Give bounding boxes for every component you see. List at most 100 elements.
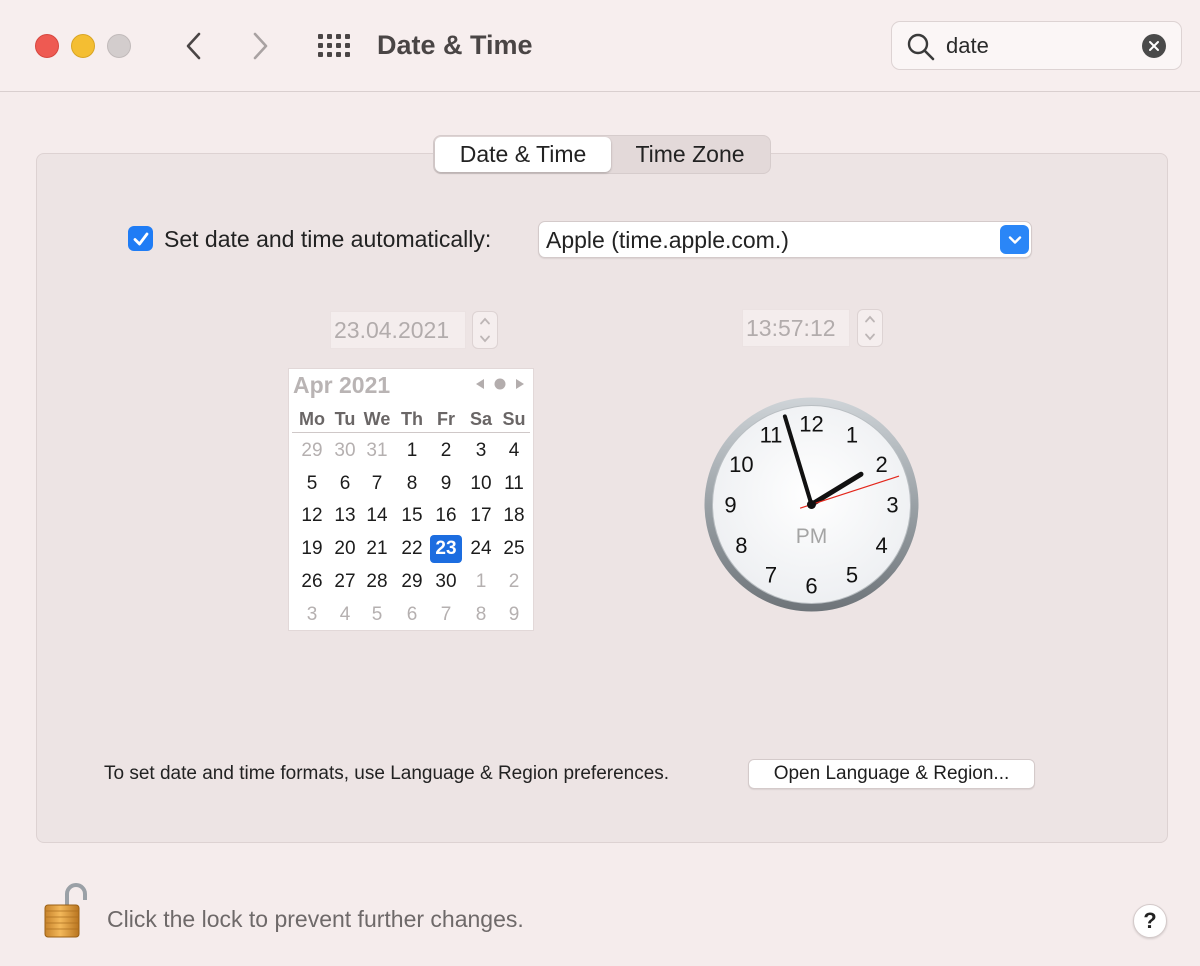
show-all-button[interactable] [314, 28, 354, 64]
search-field[interactable] [891, 21, 1182, 70]
calendar-day[interactable]: 20 [329, 535, 361, 563]
chevron-left-icon [186, 32, 201, 60]
previous-month-icon [476, 379, 484, 389]
calendar-day[interactable]: 15 [396, 502, 428, 530]
minimize-window-button[interactable] [71, 34, 95, 58]
chevron-up-icon [865, 315, 875, 323]
title-bar: Date & Time [0, 0, 1200, 92]
calendar-day[interactable]: 22 [396, 535, 428, 563]
calendar-day[interactable]: 11 [498, 470, 530, 498]
calendar-day[interactable]: 28 [361, 568, 393, 596]
clock-numeral: 6 [805, 574, 817, 599]
calendar-day[interactable]: 25 [498, 535, 530, 563]
calendar-day[interactable]: 26 [296, 568, 328, 596]
calendar-day[interactable]: 8 [465, 601, 497, 629]
set-automatically-checkbox[interactable] [128, 226, 153, 251]
calendar-day[interactable]: 2 [498, 568, 530, 596]
calendar-day[interactable]: 9 [498, 601, 530, 629]
chevron-down-icon [480, 335, 490, 343]
zoom-window-button[interactable] [107, 34, 131, 58]
calendar-day[interactable]: 1 [396, 437, 428, 465]
weekday-label: Sa [469, 409, 493, 429]
open-language-region-button[interactable]: Open Language & Region... [748, 759, 1035, 789]
weekday-label: Su [502, 409, 526, 429]
clock-numeral: 8 [735, 533, 747, 558]
calendar-day[interactable]: 16 [430, 502, 462, 530]
clock-numeral: 2 [875, 452, 887, 477]
weekday-label: Tu [334, 409, 356, 429]
formats-hint: To set date and time formats, use Langua… [104, 763, 670, 784]
close-window-button[interactable] [35, 34, 59, 58]
calendar-day[interactable]: 9 [430, 470, 462, 498]
search-input[interactable] [946, 28, 1136, 64]
calendar-day[interactable]: 18 [498, 502, 530, 530]
back-button[interactable] [176, 28, 212, 64]
calendar-day-selected[interactable]: 23 [430, 535, 462, 564]
calendar-day[interactable]: 31 [361, 437, 393, 465]
calendar-day[interactable]: 14 [361, 502, 393, 530]
month-calendar: Apr 2021 Mo Tu We Th Fr Sa Su 29 30 31 1 2 3 4 5 6 7 8 9 10… [288, 368, 534, 631]
clock-numeral: 9 [724, 493, 736, 518]
time-stepper [857, 309, 883, 347]
calendar-day[interactable]: 4 [498, 437, 530, 465]
select-arrow [1000, 225, 1029, 254]
chevron-right-icon [253, 32, 268, 60]
clock-numeral: 10 [729, 452, 753, 477]
calendar-day[interactable]: 2 [430, 437, 462, 465]
calendar-day[interactable]: 7 [361, 470, 393, 498]
clock-center-cap [807, 500, 816, 509]
calendar-day[interactable]: 10 [465, 470, 497, 498]
calendar-day[interactable]: 24 [465, 535, 497, 563]
unlocked-padlock-icon[interactable] [43, 880, 91, 940]
checkmark-icon [133, 232, 148, 245]
calendar-day[interactable]: 5 [296, 470, 328, 498]
calendar-day[interactable]: 5 [361, 601, 393, 629]
forward-button[interactable] [242, 28, 278, 64]
calendar-day[interactable]: 30 [329, 437, 361, 465]
search-icon [907, 33, 935, 61]
calendar-day[interactable]: 30 [430, 568, 462, 596]
calendar-day[interactable]: 6 [396, 601, 428, 629]
tab-time-zone[interactable]: Time Zone [611, 137, 769, 172]
weekday-label: Fr [437, 409, 455, 429]
calendar-day[interactable]: 3 [465, 437, 497, 465]
calendar-day[interactable]: 8 [396, 470, 428, 498]
calendar-day[interactable]: 6 [329, 470, 361, 498]
calendar-day[interactable]: 12 [296, 502, 328, 530]
calendar-day[interactable]: 1 [465, 568, 497, 596]
calendar-day[interactable]: 29 [296, 437, 328, 465]
clock-numeral: 3 [886, 493, 898, 518]
clock-period: PM [796, 525, 828, 548]
clock-numeral: 7 [765, 563, 777, 588]
tab-date-time[interactable]: Date & Time [435, 137, 611, 172]
clock-numeral: 1 [846, 422, 858, 447]
calendar-day[interactable]: 3 [296, 601, 328, 629]
weekday-label: Th [401, 409, 423, 429]
window-title: Date & Time [377, 30, 533, 60]
date-field: 23.04.2021 [330, 311, 466, 349]
calendar-day[interactable]: 13 [329, 502, 361, 530]
calendar-day[interactable]: 19 [296, 535, 328, 563]
calendar-day[interactable]: 29 [396, 568, 428, 596]
calendar-month-label: Apr 2021 [293, 372, 391, 398]
help-button[interactable]: ? [1133, 904, 1167, 938]
calendar-day[interactable]: 27 [329, 568, 361, 596]
time-field: 13:57:12 [742, 309, 850, 347]
calendar-nav [475, 378, 525, 390]
calendar-day[interactable]: 4 [329, 601, 361, 629]
clear-search-button[interactable] [1142, 34, 1166, 58]
time-server-select[interactable]: Apple (time.apple.com.) [538, 221, 1032, 258]
lock-message: Click the lock to prevent further change… [107, 906, 524, 932]
clock-numeral: 5 [846, 563, 858, 588]
clock-numeral: 12 [799, 412, 823, 437]
calendar-day[interactable]: 17 [465, 502, 497, 530]
calendar-day[interactable]: 21 [361, 535, 393, 563]
calendar-day[interactable]: 7 [430, 601, 462, 629]
chevron-down-icon [1008, 235, 1021, 244]
close-icon [1149, 41, 1159, 51]
weekday-label: Mo [299, 409, 325, 429]
clock-numeral: 11 [760, 422, 783, 447]
time-server-value: Apple (time.apple.com.) [546, 227, 789, 253]
today-dot-icon [494, 378, 506, 390]
set-automatically-label[interactable]: Set date and time automatically: [164, 224, 491, 254]
